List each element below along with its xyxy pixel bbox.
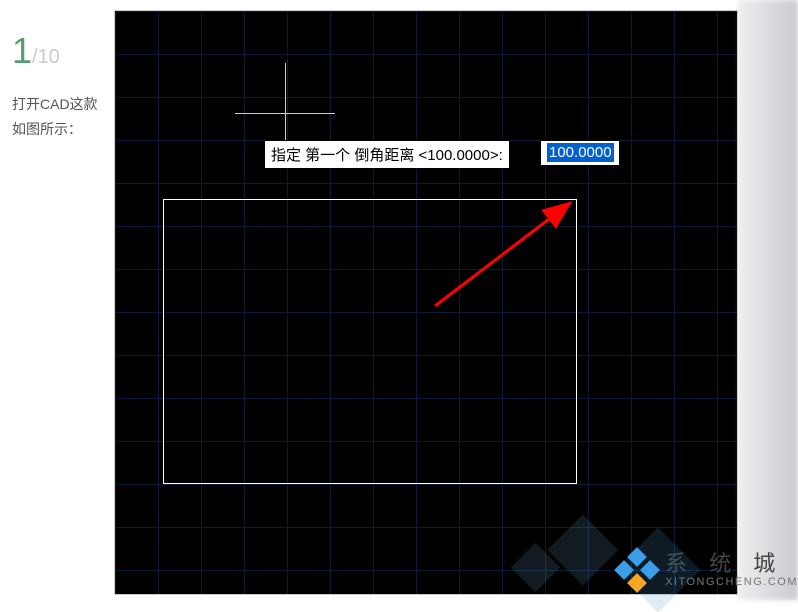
grid-line: [717, 11, 718, 594]
grid-line: [115, 11, 116, 594]
grid-line: [674, 11, 675, 594]
right-panel-blur: [738, 0, 798, 600]
cad-drawing-canvas[interactable]: 指定 第一个 倒角距离 <100.0000>: 100.0000: [114, 10, 738, 595]
step-total-number: /10: [32, 46, 60, 68]
grid-line: [115, 527, 737, 528]
grid-line: [588, 11, 589, 594]
grid-line: [115, 11, 737, 12]
grid-line: [115, 54, 737, 55]
grid-line: [115, 97, 737, 98]
grid-line: [631, 11, 632, 594]
command-input-value: 100.0000: [547, 143, 614, 162]
instruction-text-1: 打开CAD这款: [12, 92, 102, 117]
grid-line: [115, 484, 737, 485]
tutorial-sidebar: 1/10 打开CAD这款 如图所示：: [0, 0, 114, 600]
grid-line: [158, 11, 159, 594]
instruction-text-2: 如图所示：: [12, 117, 102, 142]
step-counter: 1/10: [12, 30, 102, 72]
watermark-logo-icon: [617, 550, 657, 590]
grid-line: [115, 183, 737, 184]
command-prompt-label: 指定 第一个 倒角距离 <100.0000>:: [264, 140, 510, 169]
watermark: 系 统 城 XITONGCHENG.COM: [617, 550, 798, 590]
step-current-number: 1: [12, 30, 32, 71]
command-input[interactable]: 100.0000: [540, 140, 620, 166]
drawn-rectangle[interactable]: [163, 199, 577, 484]
